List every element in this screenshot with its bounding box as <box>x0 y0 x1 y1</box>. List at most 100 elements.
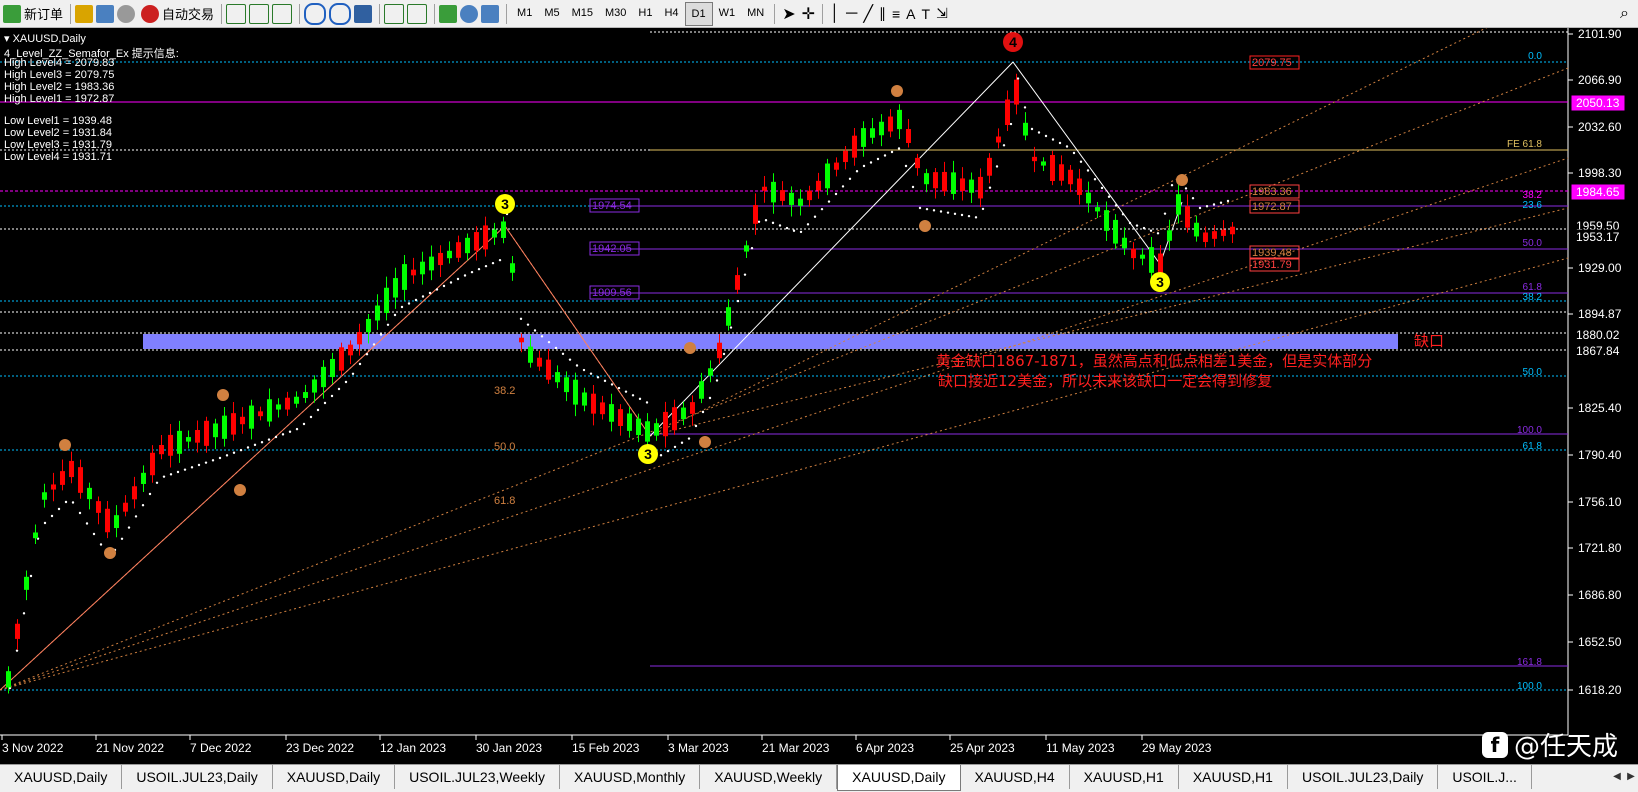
candle-body <box>267 399 272 422</box>
trailing-stop-dot <box>974 216 978 219</box>
trailing-stop-dot <box>498 258 502 262</box>
trailing-stop-dot <box>533 329 537 332</box>
chart-tab[interactable]: USOIL.JUL23,Daily <box>122 765 273 789</box>
channel-icon[interactable]: ∥ <box>876 2 889 26</box>
fibonacci-icon[interactable]: ≡ <box>889 2 903 26</box>
timeframe-m30[interactable]: M30 <box>599 2 632 24</box>
trailing-stop-dot <box>617 386 621 390</box>
line-chart-icon[interactable] <box>272 3 293 24</box>
trailing-stop-dot <box>946 211 950 214</box>
candle-body <box>33 532 38 539</box>
timeframe-mn[interactable]: MN <box>741 2 770 24</box>
trailing-stop-dot <box>344 380 348 384</box>
trailing-stop-dot <box>1002 144 1006 147</box>
history-center-icon[interactable] <box>96 4 115 23</box>
candle-body <box>942 171 947 192</box>
candle-body <box>141 472 146 484</box>
semafor-price-box: 1972.87 <box>1249 199 1300 214</box>
price-tick-label: 1618.20 <box>1578 683 1622 697</box>
fib-ratio-label: 50.0 <box>1523 238 1543 249</box>
tile-windows-icon[interactable] <box>354 4 373 23</box>
trailing-stop-dot <box>365 353 369 356</box>
text-icon[interactable]: A <box>903 2 918 26</box>
trailing-stop-dot <box>932 209 936 212</box>
annotation-text-line: 缺口接近12美金，所以未来该缺口一定会得到修复 <box>938 372 1272 390</box>
chart-tab[interactable]: USOIL.JUL23,Daily <box>1288 765 1439 789</box>
tab-scroll-left-icon[interactable]: ◀ <box>1610 767 1624 787</box>
price-tick-label: 1825.40 <box>1578 401 1622 415</box>
options-icon[interactable] <box>117 4 136 23</box>
arrows-icon[interactable]: ⇲ <box>933 2 951 26</box>
trailing-stop-dot <box>400 305 404 309</box>
candle-body <box>555 372 560 383</box>
trailing-stop-dot <box>624 390 628 393</box>
candle-body <box>6 671 11 688</box>
trailing-stop-dot <box>890 150 894 154</box>
timeframe-m1[interactable]: M1 <box>511 2 538 24</box>
trailing-stop-dot <box>218 456 222 460</box>
candle-body <box>411 269 416 276</box>
chart-tab[interactable]: XAUUSD,Daily <box>837 765 961 791</box>
trailing-stop-dot <box>120 537 124 540</box>
trailing-stop-dot <box>337 387 341 391</box>
chart-tab[interactable]: XAUUSD,H1 <box>1179 765 1288 789</box>
candle-body <box>24 576 29 590</box>
vertical-line-icon[interactable]: │ <box>827 2 843 26</box>
autotrade-button[interactable]: 自动交易 <box>138 2 217 26</box>
date-tick-label: 3 Mar 2023 <box>668 741 729 755</box>
timeframe-h4[interactable]: H4 <box>658 2 684 24</box>
tab-scroll-right-icon[interactable]: ▶ <box>1624 767 1638 787</box>
periods-icon[interactable] <box>460 4 479 23</box>
cursor-icon[interactable]: ➤ <box>779 2 798 26</box>
timeframe-m15[interactable]: M15 <box>566 2 599 24</box>
trendline-icon[interactable]: ╱ <box>860 2 876 26</box>
candle-body <box>69 460 74 478</box>
horizontal-line-icon[interactable]: ─ <box>843 2 860 26</box>
zoom-in-icon[interactable] <box>304 2 327 25</box>
timeframe-h1[interactable]: H1 <box>632 2 658 24</box>
chart-tab[interactable]: XAUUSD,H4 <box>961 765 1070 789</box>
candle-body <box>456 242 461 258</box>
trailing-stop-dot <box>834 192 838 196</box>
low-level-3: Low Level3 = 1931.79 <box>4 139 112 151</box>
new-order-button[interactable]: 新订单 <box>0 2 66 26</box>
trailing-stop-dot <box>1142 226 1146 230</box>
candle-body <box>699 381 704 399</box>
autoscroll-icon[interactable] <box>384 3 405 24</box>
candle-body <box>15 623 20 639</box>
search-icon[interactable]: ⌕ <box>1617 2 1632 26</box>
indicators-icon[interactable] <box>439 4 458 23</box>
bar-chart-icon[interactable] <box>226 3 247 24</box>
crosshair-icon[interactable]: ✛ <box>799 2 818 26</box>
trailing-stop-dot <box>918 206 922 210</box>
zoom-out-icon[interactable] <box>329 2 352 25</box>
chart-tab[interactable]: XAUUSD,Daily <box>273 765 396 789</box>
date-tick-label: 12 Jan 2023 <box>380 741 446 755</box>
price-chart[interactable]: 38.2 50.0 61.8 1974.54 1942.05 1909.56 0… <box>0 28 1638 764</box>
chart-tab[interactable]: USOIL.J... <box>1438 765 1532 789</box>
trailing-stop-dot <box>274 435 278 439</box>
timeframe-w1[interactable]: W1 <box>713 2 742 24</box>
trailing-stop-dot <box>645 401 649 404</box>
templates-icon[interactable] <box>481 4 500 23</box>
chart-tab[interactable]: USOIL.JUL23,Weekly <box>395 765 561 789</box>
gap-zone <box>143 334 1398 349</box>
toolbar-separator <box>299 3 301 24</box>
semafor-level1-marker <box>684 342 696 354</box>
chart-tab[interactable]: XAUUSD,Weekly <box>700 765 838 789</box>
trailing-stop-dot <box>225 454 229 457</box>
chart-tab[interactable]: XAUUSD,H1 <box>1070 765 1179 789</box>
timeframe-m5[interactable]: M5 <box>538 2 565 24</box>
navigator-icon[interactable] <box>75 4 94 23</box>
trailing-stop-dot <box>386 323 390 326</box>
trailing-stop-dot <box>428 291 432 295</box>
chart-tabs: XAUUSD,Daily USOIL.JUL23,Daily XAUUSD,Dail… <box>0 764 1638 792</box>
candle-body <box>582 392 587 406</box>
trailing-stop-dot <box>554 346 558 350</box>
chart-shift-icon[interactable] <box>407 3 428 24</box>
candlestick-icon[interactable] <box>249 3 270 24</box>
chart-tab[interactable]: XAUUSD,Monthly <box>560 765 701 789</box>
timeframe-d1[interactable]: D1 <box>684 1 713 26</box>
text-label-icon[interactable]: T <box>919 2 934 26</box>
chart-tab[interactable]: XAUUSD,Daily <box>0 765 123 789</box>
